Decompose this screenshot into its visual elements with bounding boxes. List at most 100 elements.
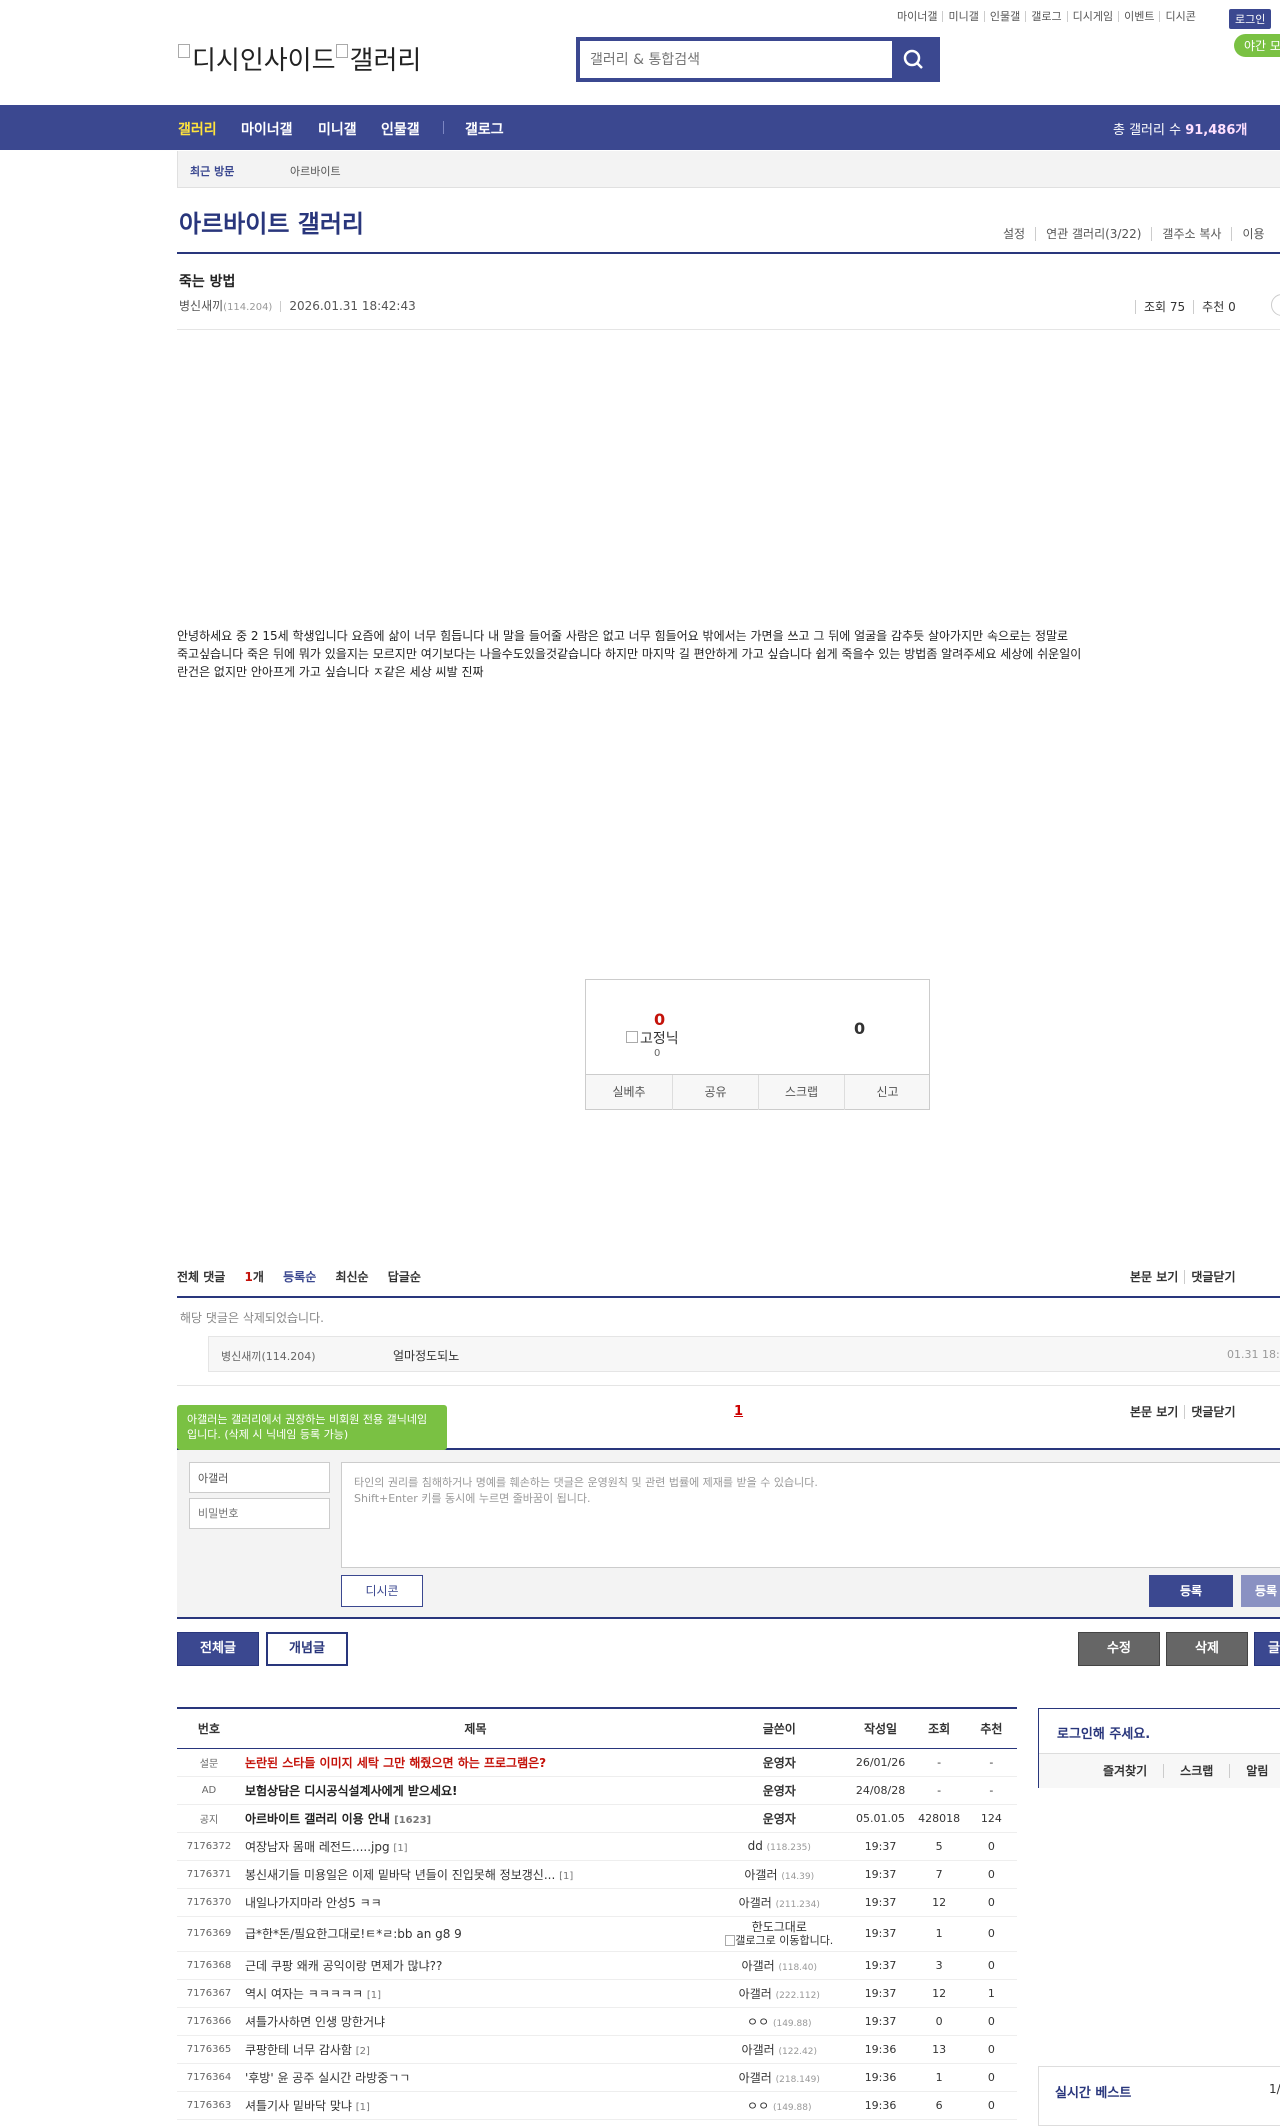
row-title-link[interactable]: 급*한*돈/필요한그대로!ㅌ*ㄹ:bb an g8 9 xyxy=(245,1927,462,1941)
row-title-link[interactable]: 셔틀기사 밑바닥 맞냐 xyxy=(245,2099,352,2113)
nav-person-gallery[interactable]: 인물갤 xyxy=(381,119,420,139)
table-row[interactable]: 7176371 봉신새기들 미용일은 이제 밑바닥 년들이 진입못해 정보갱신..… xyxy=(177,1860,1017,1889)
row-title-link[interactable]: '후방' 윤 공주 실시간 라방중ㄱㄱ xyxy=(245,2071,410,2085)
comment-textarea[interactable]: 타인의 권리를 침해하거나 명예를 훼손하는 댓글은 운영원칙 및 관련 법률에… xyxy=(341,1462,1280,1568)
row-comment-count[interactable]: [1] xyxy=(393,1843,407,1854)
table-row[interactable]: 공지 아르바이트 갤러리 이용 안내 [1623] 운영자 05.01.05 42801… xyxy=(177,1804,1017,1833)
row-comment-count[interactable]: [2] xyxy=(356,2046,370,2057)
report-button[interactable]: 신고 xyxy=(844,1075,930,1110)
nav-gallery[interactable]: 갤러리 xyxy=(178,119,217,139)
table-row[interactable]: 7176369 급*한*돈/필요한그대로!ㅌ*ㄹ:bb an g8 9 한도그대로… xyxy=(177,1916,1017,1952)
row-title-link[interactable]: 쿠팡한테 너무 감사함 xyxy=(245,2043,352,2057)
row-comment-count[interactable]: [1623] xyxy=(394,1815,431,1826)
row-title-link[interactable]: 여장남자 몸매 레전드.....jpg xyxy=(245,1840,390,1854)
recommend-up-count[interactable]: 0 xyxy=(654,1010,665,1029)
recommend-down-count[interactable]: 0 xyxy=(854,1019,865,1038)
edit-button[interactable]: 수정 xyxy=(1078,1632,1160,1666)
row-writer-gallog[interactable]: 갤로그로 이동합니다. xyxy=(735,1934,833,1947)
row-writer-name[interactable]: 운영자 xyxy=(763,1784,796,1798)
row-writer-name[interactable]: 아갤러 xyxy=(739,1896,772,1910)
real-best-button[interactable]: 실베추 xyxy=(586,1075,672,1110)
post-author[interactable]: 병신새끼 xyxy=(179,299,223,313)
row-writer-name[interactable]: ㅇㅇ xyxy=(747,2015,769,2029)
all-posts-button[interactable]: 전체글 xyxy=(177,1632,259,1666)
close-comments-link[interactable]: 댓글닫기 xyxy=(1184,1405,1242,1419)
dccon-button[interactable]: 디시콘 xyxy=(341,1575,423,1607)
name-field[interactable] xyxy=(189,1462,330,1493)
row-writer-name[interactable]: 운영자 xyxy=(763,1756,796,1770)
share-round-icon[interactable] xyxy=(1271,294,1280,316)
scrap-button[interactable]: 스크랩 xyxy=(758,1075,844,1110)
table-row[interactable]: 7176367 역시 여자는 ㅋㅋㅋㅋㅋ [1] 아갤러 (222.112) 19:3… xyxy=(177,1979,1017,2008)
table-row[interactable]: AD 보험상담은 디시공식설계사에게 받으세요! 운영자 24/08/28 - - xyxy=(177,1776,1017,1805)
share-button[interactable]: 공유 xyxy=(672,1075,758,1110)
usage-link[interactable]: 이용 xyxy=(1231,227,1275,241)
comment-page-1[interactable]: 1 xyxy=(734,1404,743,1419)
night-mode-toggle[interactable]: 야간 모 xyxy=(1234,34,1280,57)
row-title-link[interactable]: 아르바이트 갤러리 이용 안내 xyxy=(245,1812,390,1826)
nav-mini-gallery[interactable]: 미니갤 xyxy=(318,119,357,139)
row-comment-count[interactable]: [1] xyxy=(367,1990,381,2001)
scrap-link[interactable]: 스크랩 xyxy=(1163,1764,1230,1778)
row-writer-name[interactable]: dd xyxy=(748,1839,763,1853)
row-writer-name[interactable]: 아갤러 xyxy=(744,1868,777,1882)
view-body-link[interactable]: 본문 보기 xyxy=(1124,1270,1184,1284)
password-field[interactable] xyxy=(189,1498,330,1529)
row-title-link[interactable]: 셔틀가사하면 인생 망한거냐 xyxy=(245,2015,385,2029)
row-writer-name[interactable]: 한도그대로 xyxy=(710,1920,849,1934)
top-link-gallog[interactable]: 갤로그 xyxy=(1025,11,1066,22)
top-link-dccon[interactable]: 디시콘 xyxy=(1159,11,1200,22)
recent-visit-item[interactable]: 아르바이트 xyxy=(290,163,341,179)
nav-minor-gallery[interactable]: 마이너갤 xyxy=(241,119,293,139)
top-link-minor-gallery[interactable]: 마이너갤 xyxy=(892,11,942,22)
gallery-title[interactable]: 아르바이트 갤러리 xyxy=(179,204,364,239)
table-row[interactable]: 7176370 내일나가지마라 안성5 ㅋㅋ 아갤러 (211.234) 19:37… xyxy=(177,1888,1017,1917)
top-link-mini-gallery[interactable]: 미니갤 xyxy=(942,11,983,22)
row-writer-name[interactable]: 아갤러 xyxy=(742,2043,775,2057)
register-button[interactable]: 등록 xyxy=(1149,1575,1233,1607)
row-title-link[interactable]: 역시 여자는 ㅋㅋㅋㅋㅋ xyxy=(245,1987,363,2001)
realtime-best-page[interactable]: 1/ xyxy=(1269,2082,1280,2096)
close-comments-link[interactable]: 댓글닫기 xyxy=(1184,1270,1242,1284)
sort-replies[interactable]: 답글순 xyxy=(388,1270,421,1284)
register-dccon-button[interactable]: 등록 xyxy=(1241,1575,1280,1607)
row-title-link[interactable]: 논란된 스타들 이미지 세탁 그만 해줬으면 하는 프로그램은? xyxy=(245,1756,546,1770)
related-gallery-link[interactable]: 연관 갤러리(3/22) xyxy=(1035,227,1152,241)
reply-author[interactable]: 병신새끼(114.204) xyxy=(221,1348,316,1364)
sort-latest[interactable]: 최신순 xyxy=(335,1270,368,1284)
row-writer-name[interactable]: 아갤러 xyxy=(739,1987,772,2001)
login-button[interactable]: 로그인 xyxy=(1229,9,1272,29)
top-link-dc-game[interactable]: 디시게임 xyxy=(1066,11,1118,22)
nav-gallog[interactable]: 갤로그 xyxy=(465,119,504,139)
row-writer-name[interactable]: ㅇㅇ xyxy=(747,2099,769,2113)
view-body-link[interactable]: 본문 보기 xyxy=(1124,1405,1184,1419)
row-title-link[interactable]: 봉신새기들 미용일은 이제 밑바닥 년들이 진입못해 정보갱신... xyxy=(245,1868,555,1882)
top-link-person-gallery[interactable]: 인물갤 xyxy=(983,11,1025,22)
search-button[interactable] xyxy=(892,41,936,78)
top-link-event[interactable]: 이벤트 xyxy=(1118,11,1159,22)
row-writer-name[interactable]: 아갤러 xyxy=(739,2071,772,2085)
delete-button[interactable]: 삭제 xyxy=(1166,1632,1248,1666)
logo[interactable]: 디시인사이드 갤러리 xyxy=(178,40,421,77)
copy-gallery-url-link[interactable]: 갤주소 복사 xyxy=(1151,227,1232,241)
row-comment-count[interactable]: [1] xyxy=(559,1871,573,1882)
favorites-link[interactable]: 즐겨찾기 xyxy=(1087,1764,1163,1778)
login-prompt[interactable]: 로그인해 주세요. xyxy=(1057,1723,1150,1742)
row-title-link[interactable]: 근데 쿠팡 왜캐 공익이랑 면제가 많냐?? xyxy=(245,1959,442,1973)
row-writer-name[interactable]: 아갤러 xyxy=(742,1959,775,1973)
gallery-settings-link[interactable]: 설정 xyxy=(993,227,1035,241)
table-row[interactable]: 7176365 쿠팡한테 너무 감사함 [2] 아갤러 (122.42) 19:36 1… xyxy=(177,2035,1017,2064)
search-input[interactable] xyxy=(580,41,896,78)
write-button[interactable]: 글 xyxy=(1254,1632,1280,1666)
row-writer-name[interactable]: 운영자 xyxy=(763,1812,796,1826)
concept-posts-button[interactable]: 개념글 xyxy=(266,1632,348,1666)
table-row[interactable]: 7176372 여장남자 몸매 레전드.....jpg [1] dd (118.23… xyxy=(177,1832,1017,1861)
table-row[interactable]: 7176364 '후방' 윤 공주 실시간 라방중ㄱㄱ 아갤러 (218.149)… xyxy=(177,2063,1017,2092)
table-row[interactable]: 7176368 근데 쿠팡 왜캐 공익이랑 면제가 많냐?? 아갤러 (118.4… xyxy=(177,1951,1017,1980)
table-row[interactable]: 7176366 셔틀가사하면 인생 망한거냐 ㅇㅇ (149.88) 19:37 0 0 xyxy=(177,2007,1017,2036)
row-title-link[interactable]: 보험상담은 디시공식설계사에게 받으세요! xyxy=(245,1784,458,1798)
notification-link[interactable]: 알림 xyxy=(1229,1764,1280,1778)
table-row[interactable]: 설문 논란된 스타들 이미지 세탁 그만 해줬으면 하는 프로그램은? 운영자 26… xyxy=(177,1748,1017,1777)
sort-registered[interactable]: 등록순 xyxy=(283,1270,316,1284)
row-title-link[interactable]: 내일나가지마라 안성5 ㅋㅋ xyxy=(245,1896,382,1910)
